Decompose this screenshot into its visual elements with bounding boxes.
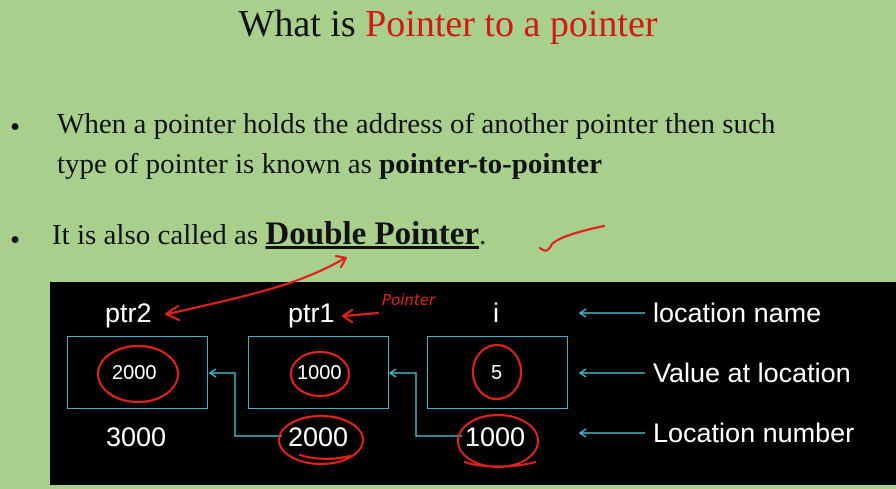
pointer-annotation: Pointer [382,291,436,309]
arrow-to-ptr1-icon [342,311,380,318]
arrow-to-ptr2-icon [166,256,347,316]
ink-annotations: Pointer [96,224,606,469]
check-mark-icon [538,224,606,252]
